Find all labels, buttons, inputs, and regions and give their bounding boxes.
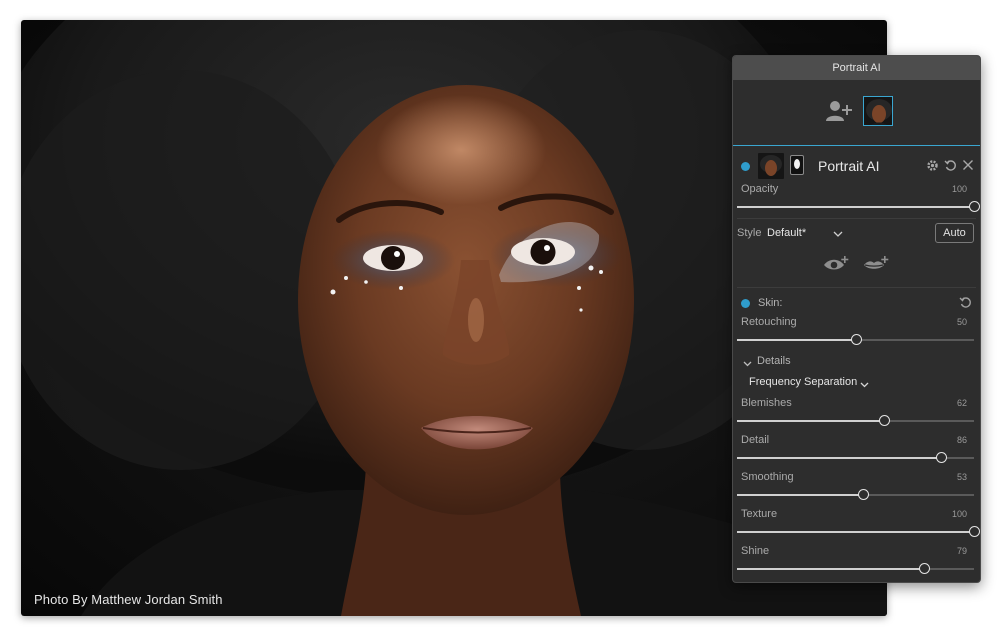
slider-track[interactable]	[737, 201, 980, 212]
style-label: Style	[737, 227, 762, 239]
gear-icon[interactable]	[926, 159, 939, 175]
slider-label: Smoothing	[741, 471, 794, 483]
panel-title[interactable]: Portrait AI	[733, 56, 980, 80]
slider-knob[interactable]	[878, 415, 890, 426]
slider-label: Detail	[741, 434, 770, 446]
shine-slider[interactable]: Shine 79	[733, 543, 980, 580]
mask-thumbnail[interactable]	[790, 155, 804, 175]
slider-value: 79	[956, 546, 967, 556]
mode-label: Frequency Separation	[749, 376, 858, 388]
filter-thumbnail	[758, 153, 784, 179]
retouching-slider[interactable]: Retouching 50	[733, 314, 980, 351]
slider-label: Texture	[741, 508, 778, 520]
slider-knob[interactable]	[969, 526, 980, 537]
filter-enabled-toggle[interactable]	[741, 162, 750, 171]
mode-dropdown[interactable]: Frequency Separation	[733, 373, 980, 395]
slider-fill	[737, 457, 941, 459]
face-selector	[733, 80, 980, 146]
slider-value: 86	[956, 435, 967, 445]
lips-plus-icon[interactable]	[863, 255, 889, 276]
slider-fill	[737, 494, 863, 496]
chevron-down-icon[interactable]	[743, 358, 752, 370]
slider-track[interactable]	[737, 526, 980, 537]
portrait-ai-panel: Portrait AI Portrait AI Opacity 100 Styl…	[732, 55, 981, 583]
eye-plus-icon[interactable]	[823, 255, 849, 276]
slider-value: 62	[956, 398, 967, 408]
chevron-down-icon[interactable]	[833, 229, 843, 241]
filter-header: Portrait AI	[733, 151, 980, 181]
opacity-slider[interactable]: Opacity 100	[733, 181, 980, 218]
style-row: Style Default* Auto	[733, 219, 980, 247]
slider-track[interactable]	[737, 452, 974, 463]
slider-knob[interactable]	[850, 334, 862, 345]
slider-knob[interactable]	[935, 452, 947, 463]
slider-label: Blemishes	[741, 397, 792, 409]
add-person-icon[interactable]	[825, 100, 853, 125]
slider-track[interactable]	[737, 489, 974, 500]
face-thumbnail[interactable]	[863, 96, 893, 126]
slider-track[interactable]	[737, 415, 974, 426]
slider-track[interactable]	[737, 334, 974, 345]
reset-icon[interactable]	[959, 296, 972, 312]
detail-slider[interactable]: Detail 86	[733, 432, 980, 469]
slider-fill	[737, 206, 974, 208]
divider	[737, 287, 976, 288]
filter-name: Portrait AI	[818, 158, 880, 174]
slider-label: Opacity	[741, 183, 779, 195]
slider-value: 50	[956, 317, 967, 327]
slider-value: 100	[951, 509, 967, 519]
slider-label: Shine	[741, 545, 770, 557]
slider-knob[interactable]	[857, 489, 869, 500]
details-label: Details	[757, 355, 791, 367]
slider-fill	[737, 531, 974, 533]
photo-credit: Photo By Matthew Jordan Smith	[34, 592, 223, 607]
slider-fill	[737, 339, 856, 341]
slider-knob[interactable]	[919, 563, 931, 574]
slider-knob[interactable]	[969, 201, 980, 212]
style-dropdown[interactable]: Default*	[767, 227, 806, 239]
blemishes-slider[interactable]: Blemishes 62	[733, 395, 980, 432]
close-icon[interactable]	[962, 159, 974, 175]
reset-icon[interactable]	[944, 159, 957, 175]
skin-label: Skin:	[758, 297, 783, 309]
slider-track[interactable]	[737, 563, 974, 574]
auto-button[interactable]: Auto	[935, 223, 974, 243]
slider-label: Retouching	[741, 316, 797, 328]
skin-enabled-toggle[interactable]	[741, 299, 750, 308]
slider-fill	[737, 420, 884, 422]
feature-row	[733, 247, 980, 287]
texture-slider[interactable]: Texture 100	[733, 506, 980, 543]
details-toggle[interactable]: Details	[733, 351, 980, 373]
slider-value: 100	[951, 184, 967, 194]
smoothing-slider[interactable]: Smoothing 53	[733, 469, 980, 506]
slider-fill	[737, 568, 925, 570]
skin-section-header: Skin:	[733, 292, 980, 314]
chevron-down-icon[interactable]	[860, 379, 869, 391]
slider-value: 53	[956, 472, 967, 482]
